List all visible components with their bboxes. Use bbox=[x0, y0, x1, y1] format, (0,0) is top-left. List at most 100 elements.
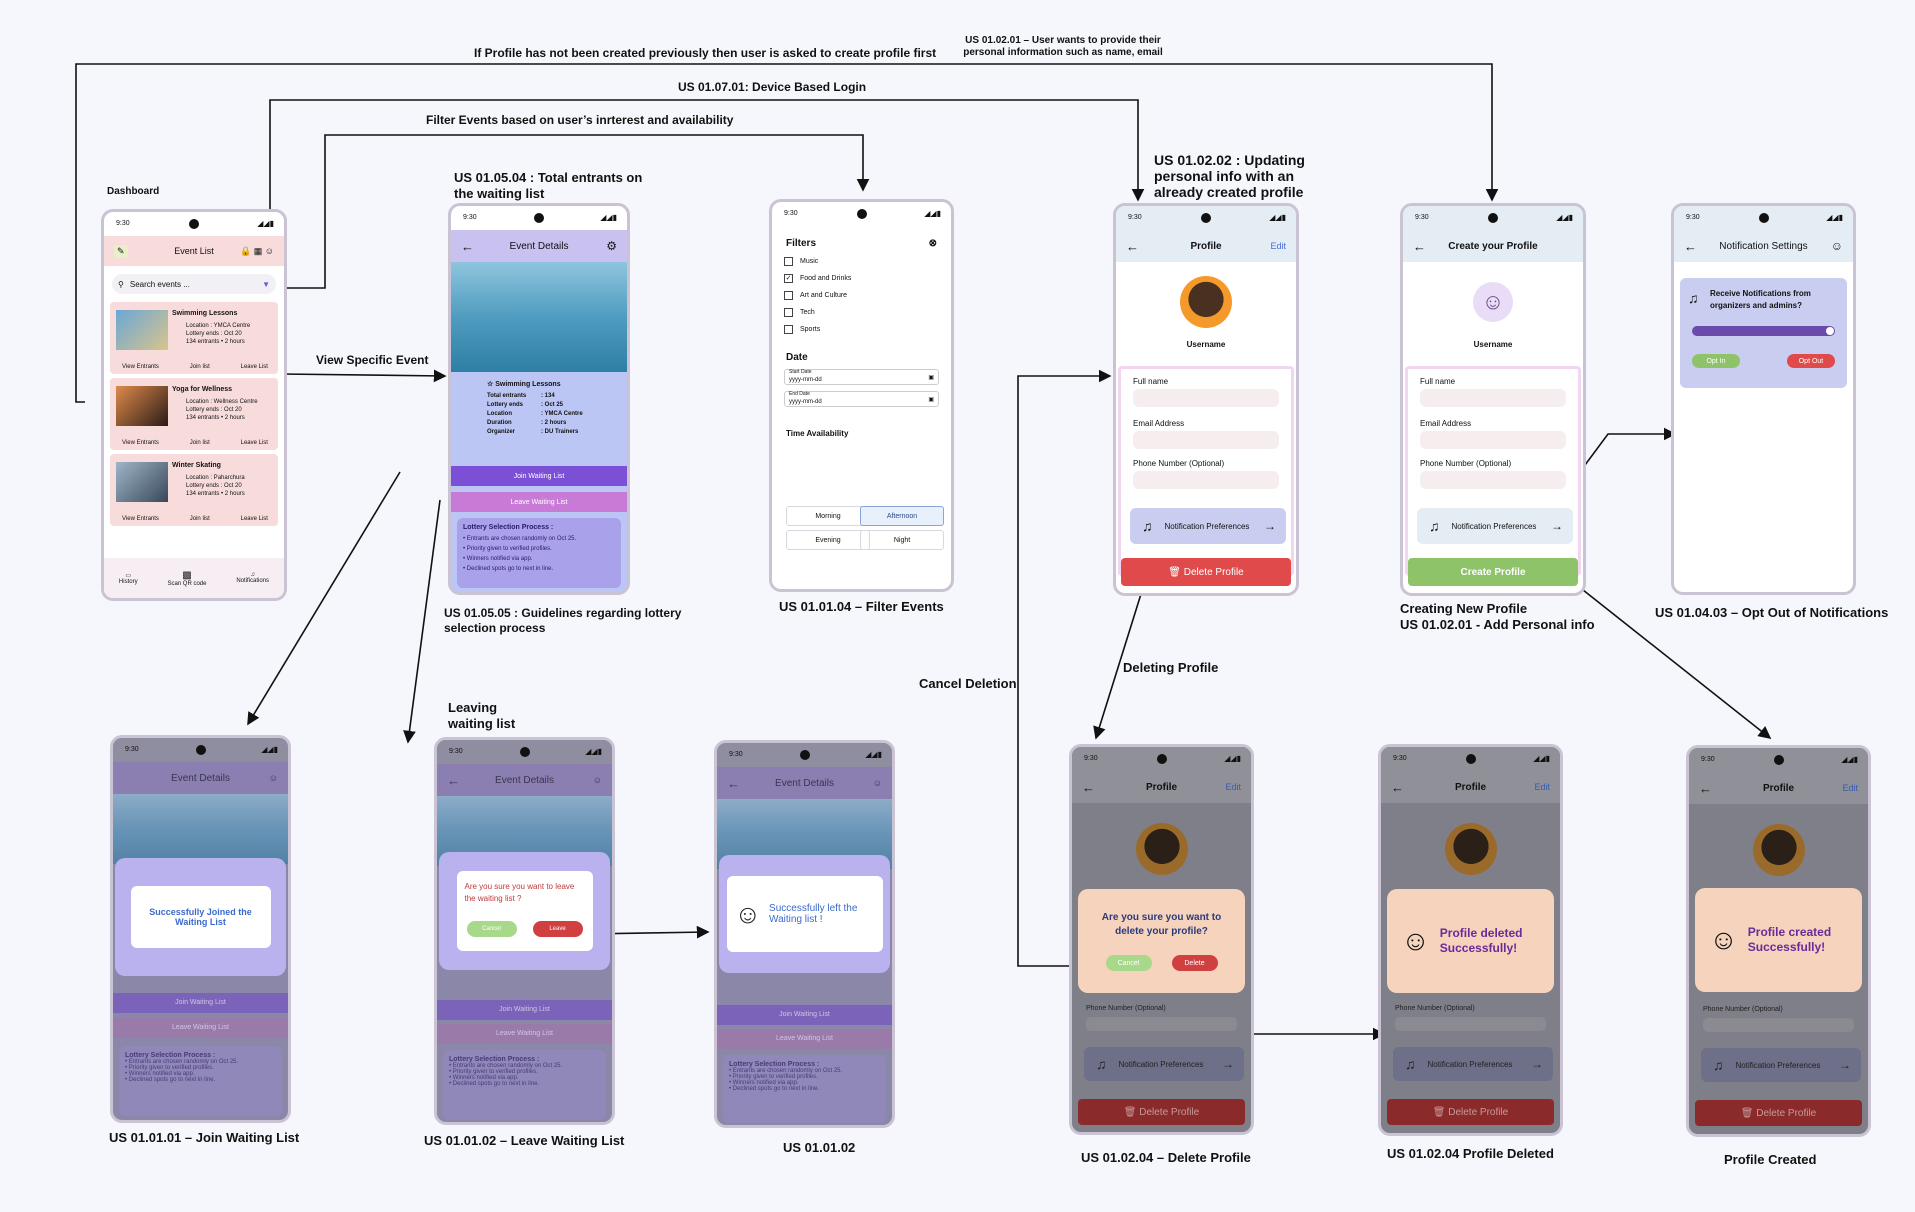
leave-list-button[interactable]: Leave List bbox=[241, 440, 268, 446]
back-arrow-icon[interactable]: ← bbox=[1684, 239, 1697, 254]
label-opt-out: US 01.04.03 – Opt Out of Notifications bbox=[1655, 605, 1889, 620]
create-profile-button[interactable]: Create Profile bbox=[1408, 558, 1578, 586]
notification-preferences-button[interactable]: ♫ Notification Preferences → bbox=[1130, 508, 1286, 544]
join-list-button[interactable]: Join list bbox=[190, 516, 210, 522]
gear-icon[interactable]: ⚙ bbox=[606, 239, 617, 253]
email-field[interactable] bbox=[1133, 431, 1279, 449]
label-join-cap: US 01.01.01 – Join Waiting List bbox=[109, 1130, 300, 1145]
end-date-input[interactable]: End Date yyyy-mm-dd ▣ bbox=[784, 391, 939, 407]
leave-button[interactable]: Leave bbox=[532, 921, 583, 937]
back-arrow-icon[interactable]: ← bbox=[461, 239, 474, 254]
back-arrow-icon[interactable]: ← bbox=[1413, 239, 1426, 254]
label-add-personal: US 01.02.01 - Add Personal info bbox=[1400, 617, 1595, 632]
label-filter-events: US 01.01.04 – Filter Events bbox=[779, 599, 944, 614]
email-field[interactable] bbox=[1420, 431, 1566, 449]
arrow-leave bbox=[403, 499, 441, 744]
phone-filters: 9:30 ◢◢▮ Filters ⊗ Music ✓ Food and Drinks … bbox=[769, 199, 954, 592]
filter-icon[interactable]: ▼ bbox=[262, 280, 270, 289]
label-deleted-cap: US 01.02.04 Profile Deleted bbox=[1387, 1146, 1554, 1161]
event-card-skating[interactable]: Winter Skating Location : Paharchura Lott… bbox=[110, 454, 278, 526]
filter-option[interactable]: Sports bbox=[784, 325, 939, 334]
label-leave-cap: US 01.01.02 – Leave Waiting List bbox=[424, 1133, 625, 1148]
celebration-icon: ☺ bbox=[734, 898, 762, 929]
celebration-icon: ☺ bbox=[1401, 925, 1430, 956]
view-entrants-button[interactable]: View Entrants bbox=[122, 440, 159, 446]
join-success-dialog: Successfully Joined the Waiting List bbox=[115, 858, 286, 976]
time-chip[interactable]: Morning bbox=[786, 506, 870, 526]
opt-out-button[interactable]: Opt Out bbox=[1787, 354, 1835, 368]
full-name-field[interactable] bbox=[1133, 389, 1279, 407]
history-icon: ▭ bbox=[125, 572, 132, 579]
event-list-header: ✎ Event List 🔒 ▦ ☺ bbox=[104, 236, 284, 266]
phone-event-list: 9:30 ◢◢▮ ✎ Event List 🔒 ▦ ☺ ⚲ Search even… bbox=[101, 209, 287, 601]
profile-icon[interactable]: ☺ bbox=[1831, 239, 1843, 253]
notification-preferences-button[interactable]: ♫ Notification Preferences → bbox=[1417, 508, 1573, 544]
phone-left-success: 9:30 ◢◢▮ ← Event Details ☺ Join Waiting Lis… bbox=[714, 740, 895, 1128]
filter-option[interactable]: Tech bbox=[784, 308, 939, 317]
time-chip[interactable]: Night bbox=[860, 530, 944, 550]
profile-form: Full name Email Address Phone Number (Op… bbox=[1118, 366, 1294, 576]
profile-created-dialog: ☺ Profile created Successfully! bbox=[1695, 888, 1862, 992]
view-entrants-button[interactable]: View Entrants bbox=[122, 364, 159, 370]
label-dashboard: Dashboard bbox=[107, 186, 160, 197]
opt-in-button[interactable]: Opt In bbox=[1692, 354, 1740, 368]
label-cancel-deletion: Cancel Deletion bbox=[919, 676, 1017, 691]
phone-notification-settings: 9:30 ◢◢▮ ← Notification Settings ☺ ♫ Receiv… bbox=[1671, 203, 1856, 595]
leave-list-button[interactable]: Leave List bbox=[241, 364, 268, 370]
search-bar[interactable]: ⚲ Search events ... ▼ bbox=[112, 274, 276, 294]
notification-slider[interactable] bbox=[1692, 326, 1835, 336]
filter-option[interactable]: Art and Culture bbox=[784, 291, 939, 300]
delete-button[interactable]: Delete bbox=[1171, 955, 1218, 971]
bell-icon: ♫ bbox=[1429, 518, 1440, 534]
cancel-button[interactable]: Cancel bbox=[466, 921, 517, 937]
phone-field[interactable] bbox=[1420, 471, 1566, 489]
calendar-icon: ▣ bbox=[928, 375, 934, 381]
label-profile-first: If Profile has not been created previous… bbox=[474, 46, 937, 60]
phone-field[interactable] bbox=[1133, 471, 1279, 489]
label-guidelines: US 01.05.05 : Guidelines regarding lotte… bbox=[444, 606, 682, 635]
time-chip[interactable]: Evening bbox=[786, 530, 870, 550]
edit-button[interactable]: Edit bbox=[1270, 241, 1286, 251]
event-card-yoga[interactable]: Yoga for Wellness Location : Wellness Ce… bbox=[110, 378, 278, 450]
event-image bbox=[116, 310, 168, 350]
delete-profile-button[interactable]: 🗑 Delete Profile bbox=[1121, 558, 1291, 586]
close-icon[interactable]: ⊗ bbox=[929, 238, 937, 249]
lottery-info: Lottery Selection Process : • Entrants a… bbox=[457, 518, 621, 588]
filter-option[interactable]: Music bbox=[784, 257, 939, 266]
filter-option[interactable]: ✓ Food and Drinks bbox=[784, 274, 939, 283]
join-list-button[interactable]: Join list bbox=[190, 364, 210, 370]
user-icon: ☺ bbox=[1473, 282, 1513, 322]
join-list-button[interactable]: Join list bbox=[190, 440, 210, 446]
celebration-icon: ☺ bbox=[1709, 924, 1738, 955]
label-total-entrants: US 01.05.04 : Total entrants on the wait… bbox=[454, 170, 643, 201]
full-name-field[interactable] bbox=[1420, 389, 1566, 407]
back-arrow-icon[interactable]: ← bbox=[1126, 239, 1139, 254]
header-icons[interactable]: 🔒 ▦ ☺ bbox=[240, 246, 274, 257]
view-entrants-button[interactable]: View Entrants bbox=[122, 516, 159, 522]
label-filter-note: Filter Events based on user’s inrterest … bbox=[426, 113, 734, 127]
bottom-nav: ▭ History ▩ Scan QR code ♫ Notifications bbox=[104, 558, 284, 598]
leave-list-button[interactable]: Leave List bbox=[241, 516, 268, 522]
label-us010201-note: US 01.02.01 – User wants to provide thei… bbox=[963, 35, 1163, 58]
phone-event-details: 9:30 ◢◢▮ ← Event Details ⚙ ☆ Swimming Les… bbox=[448, 203, 630, 595]
event-photo bbox=[451, 262, 627, 372]
phone-profile-deleted: 9:30 ◢◢▮ ← Profile Edit Phone Number (Optio… bbox=[1378, 744, 1563, 1136]
time-chip-selected[interactable]: Afternoon bbox=[860, 506, 944, 526]
start-date-input[interactable]: Start Date yyyy-mm-dd ▣ bbox=[784, 369, 939, 385]
nav-history[interactable]: ▭ History bbox=[119, 572, 138, 585]
avatar bbox=[1180, 276, 1232, 328]
phone-join-success: 9:30 ◢◢▮ Event Details ☺ Join Waiting List… bbox=[110, 735, 291, 1123]
event-details-header: ← Event Details ⚙ bbox=[451, 230, 627, 262]
leave-waiting-list-button[interactable]: Leave Waiting List bbox=[451, 492, 627, 512]
bell-icon: ♫ bbox=[1142, 518, 1153, 534]
search-input[interactable]: Search events ... bbox=[130, 280, 190, 289]
cancel-button[interactable]: Cancel bbox=[1105, 955, 1152, 971]
bell-icon: ♫ bbox=[1688, 290, 1699, 306]
label-creating-new: Creating New Profile bbox=[1400, 601, 1528, 616]
event-card-swimming[interactable]: Swimming Lessons Location : YMCA Centre L… bbox=[110, 302, 278, 374]
label-view-specific: View Specific Event bbox=[316, 353, 429, 367]
nav-scan-qr[interactable]: ▩ Scan QR code bbox=[167, 570, 206, 587]
search-icon: ⚲ bbox=[118, 279, 124, 289]
nav-notifications[interactable]: ♫ Notifications bbox=[236, 572, 269, 584]
join-waiting-list-button[interactable]: Join Waiting List bbox=[451, 466, 627, 486]
